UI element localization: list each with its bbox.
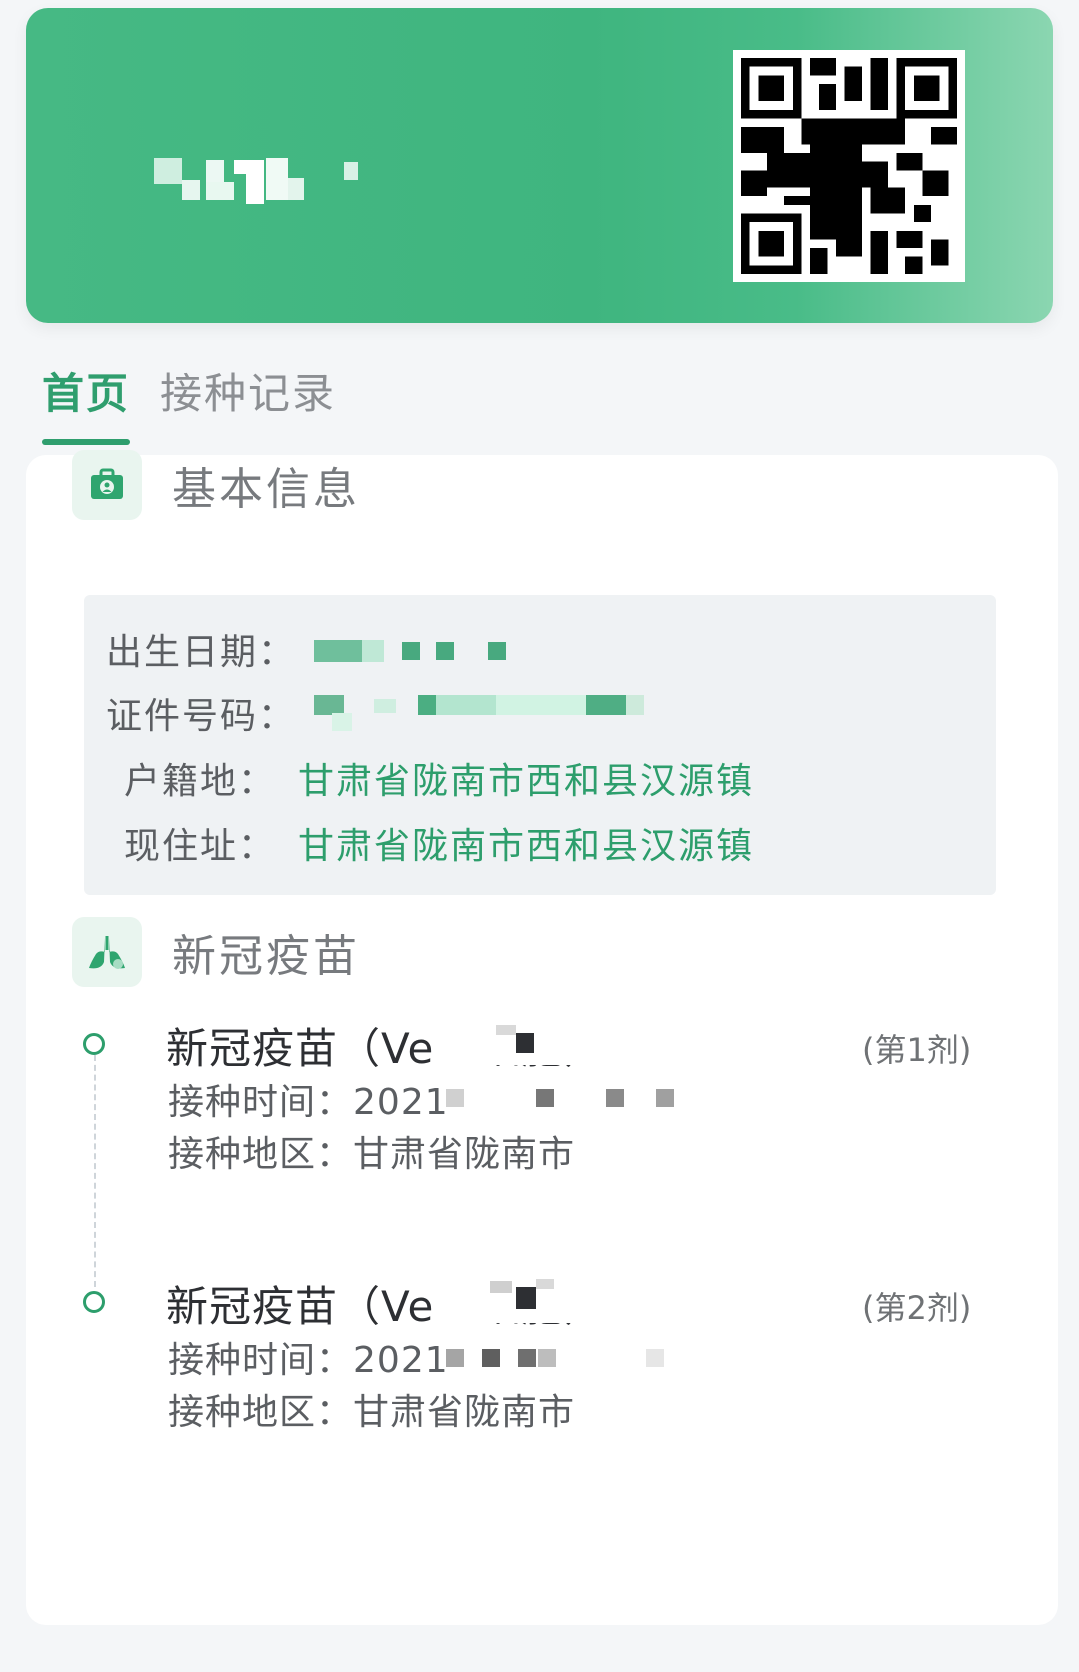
dose-2-number: (第2剂)	[862, 1289, 972, 1327]
medical-kit-icon	[72, 450, 142, 520]
birth-date-label: 出生日期：	[106, 632, 297, 673]
vaccine-title: 新冠疫苗	[172, 931, 360, 982]
blurred-name	[154, 158, 384, 210]
dose-1-time-label: 接种时间：	[168, 1082, 354, 1123]
tab-home[interactable]: 首页	[42, 360, 131, 445]
health-code-header	[26, 8, 1053, 323]
dose-2-time-mosaic	[446, 1345, 686, 1373]
dose-1-time-mosaic	[446, 1085, 686, 1113]
vaccine-title-row: 新冠疫苗	[72, 917, 360, 987]
main-card: 基本信息 出生日期： 证件号码： 户籍地： 甘肃省陇南市西和县汉源镇 现住址： …	[26, 450, 1058, 1625]
lungs-icon	[72, 917, 142, 987]
dose-1-number: (第1剂)	[862, 1031, 972, 1069]
dose-2-area: 接种地区：甘肃省陇南市	[168, 1383, 575, 1435]
current-address-row: 现住址： 甘肃省陇南市西和县汉源镇	[124, 817, 754, 869]
birth-date-row: 出生日期：	[106, 623, 318, 675]
dose-1-dot	[83, 1033, 105, 1055]
dose-2-name-mosaic	[436, 1273, 586, 1323]
birth-date-mosaic	[314, 640, 514, 664]
health-code-page: 首页 接种记录 基本信息 出生日期： 证件号码： 户籍地： 甘肃省陇南市西和县汉…	[0, 0, 1079, 1672]
qr-code	[733, 50, 965, 282]
dose-1-area-label: 接种地区：	[168, 1134, 354, 1175]
medical-kit-icon-graphic	[91, 468, 123, 499]
tab-vaccination-records[interactable]: 接种记录	[160, 360, 336, 421]
basic-info-box: 出生日期： 证件号码： 户籍地： 甘肃省陇南市西和县汉源镇 现住址： 甘肃省陇南…	[84, 595, 996, 895]
dose-2-dot	[83, 1291, 105, 1313]
current-address-value: 甘肃省陇南市西和县汉源镇	[298, 826, 755, 867]
tab-bar: 首页 接种记录	[42, 360, 366, 445]
basic-info-title-row: 基本信息	[72, 450, 360, 520]
dose-1-area-value: 甘肃省陇南市	[353, 1134, 576, 1175]
dose-2-time-label: 接种时间：	[168, 1340, 354, 1381]
dose-1-time: 接种时间：2021-	[168, 1073, 463, 1125]
current-address-label: 现住址：	[124, 826, 277, 867]
id-number-mosaic	[314, 695, 654, 731]
dose-2-area-value: 甘肃省陇南市	[353, 1392, 576, 1433]
id-number-row: 证件号码：	[106, 687, 318, 739]
household-registration-value: 甘肃省陇南市西和县汉源镇	[298, 761, 755, 802]
household-registration-label: 户籍地：	[124, 761, 277, 802]
dose-1-area: 接种地区：甘肃省陇南市	[168, 1125, 575, 1177]
household-registration-row: 户籍地： 甘肃省陇南市西和县汉源镇	[124, 752, 754, 804]
timeline-line	[94, 1055, 96, 1287]
id-number-label: 证件号码：	[106, 696, 297, 737]
dose-2-time: 接种时间：2021-	[168, 1331, 463, 1383]
dose-1-name-mosaic	[436, 1015, 586, 1065]
dose-2-area-label: 接种地区：	[168, 1392, 354, 1433]
qr-code-graphic	[741, 58, 957, 274]
basic-info-title: 基本信息	[172, 464, 360, 515]
lungs-icon-graphic	[89, 936, 125, 969]
